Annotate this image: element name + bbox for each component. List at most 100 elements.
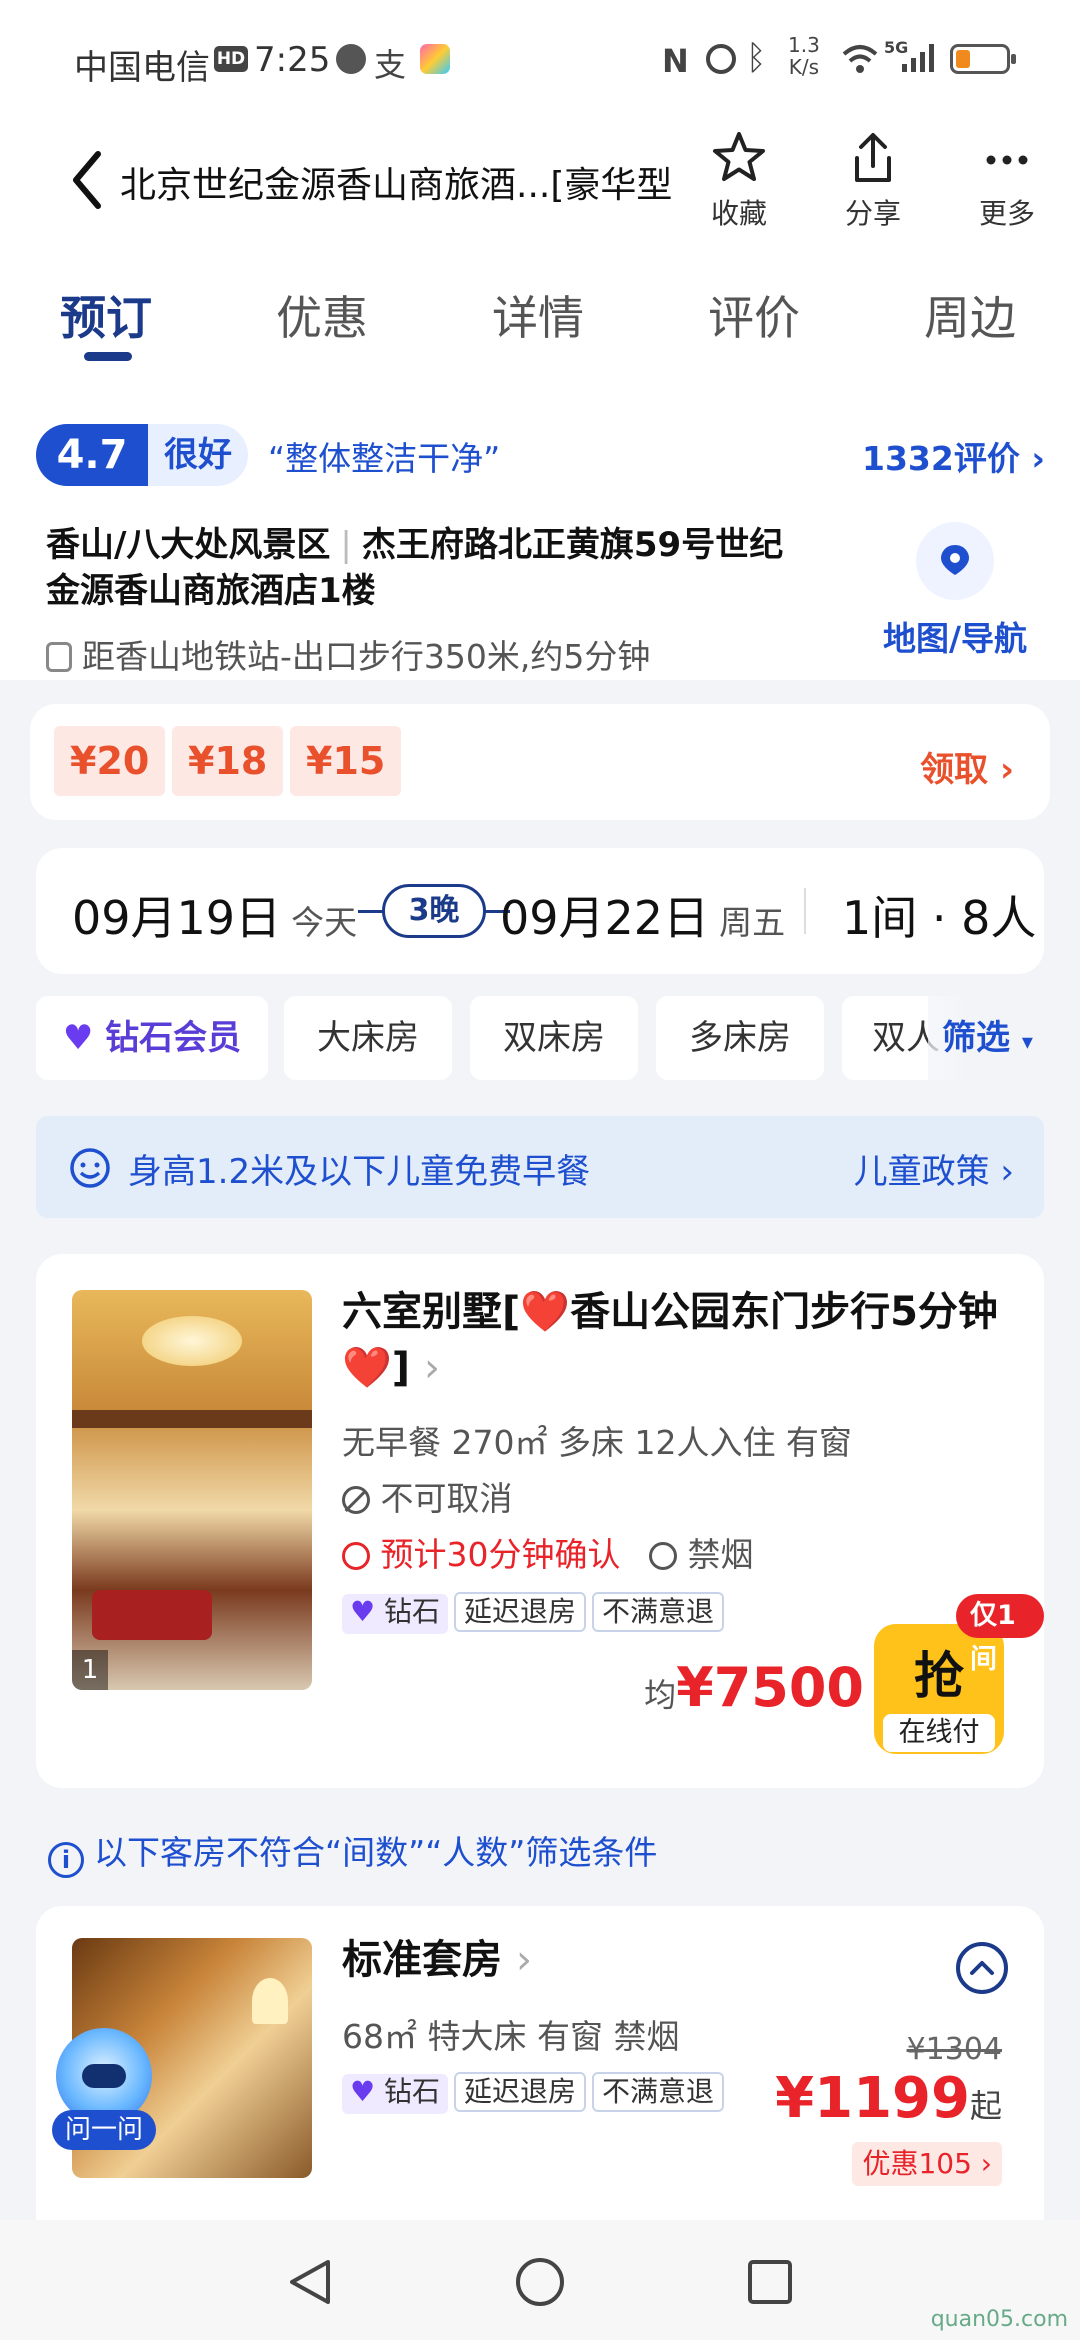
coupon-20[interactable]: ¥20	[54, 726, 166, 796]
tag-late-checkout: 延迟退房	[454, 2072, 587, 2112]
tab-book[interactable]: 预订	[60, 282, 152, 348]
nav-back-icon[interactable]	[284, 2256, 334, 2308]
subway-icon	[46, 642, 72, 672]
network-speed: 1.3 K/s	[788, 33, 820, 79]
signal-icon	[902, 44, 934, 72]
chevron-right-icon: ›	[999, 750, 1014, 790]
star-icon	[713, 132, 765, 181]
nav-home-icon[interactable]	[514, 2256, 566, 2308]
no-cancel-icon	[342, 1486, 370, 1514]
tag-diamond: ♥ 钻石	[342, 2074, 449, 2114]
tag-refund: 不满意退	[592, 2072, 725, 2112]
original-price: ¥1304	[906, 2032, 1002, 2067]
coupon-15[interactable]: ¥15	[290, 726, 402, 796]
more-label: 更多	[978, 197, 1035, 230]
rating-score: 4.7	[36, 424, 148, 486]
share-label: 分享	[844, 197, 901, 230]
carrier: 中国电信	[74, 48, 210, 88]
caret-down-icon: ▾	[1021, 1030, 1033, 1055]
room-photo[interactable]: 1	[72, 1290, 312, 1690]
chevron-right-icon: ›	[980, 2147, 992, 2180]
tag-refund: 不满意退	[592, 1592, 725, 1632]
filter-note: i 以下客房不符合“间数”“人数”筛选条件	[48, 1826, 657, 1878]
hotel-title: 北京世纪金源香山商旅酒...[豪华型	[120, 165, 673, 206]
more-icon	[986, 155, 1028, 165]
smile-icon	[70, 1148, 110, 1188]
map-navigation-button[interactable]: 地图/导航	[870, 522, 1040, 660]
collapse-chevron-up-icon[interactable]	[954, 1940, 1010, 1996]
checkin-date[interactable]: 09月19日 今天	[72, 882, 357, 948]
favorite-label: 收藏	[710, 197, 767, 230]
kids-policy-link[interactable]: 儿童政策 ›	[854, 1144, 1014, 1193]
tag-late-checkout: 延迟退房	[454, 1592, 587, 1632]
date-selector[interactable]: 09月19日 今天 3晚 09月22日 周五 1间 · 8人	[36, 848, 1044, 974]
diamond-heart-icon: ♥	[350, 1595, 376, 1628]
system-nav-bar: quan05.com	[0, 2220, 1080, 2340]
ask-assistant-button[interactable]: 问一问	[44, 2028, 164, 2150]
claim-label: 领取	[920, 750, 989, 790]
nav-recents-icon[interactable]	[746, 2258, 794, 2306]
chip-king-bed[interactable]: 大床房	[284, 996, 452, 1080]
chevron-right-icon: ›	[515, 1937, 532, 1983]
chip-diamond-member[interactable]: ♥ 钻石会员	[36, 996, 268, 1080]
hd-icon: HD	[214, 46, 248, 72]
map-label: 地图/导航	[882, 619, 1028, 658]
clock: 7:25	[254, 40, 331, 80]
review-count-link[interactable]: 1332评价 ›	[862, 432, 1045, 480]
app-icon	[420, 44, 450, 74]
chevron-right-icon: ›	[1000, 1152, 1014, 1192]
confirm-time: 预计30分钟确认 禁烟	[342, 1528, 754, 1576]
nights-count: 3晚	[382, 884, 486, 938]
location-pin-icon	[941, 545, 969, 575]
back-icon[interactable]	[66, 148, 106, 212]
room-specs: 68㎡ 特大床 有窗 禁烟	[342, 2017, 680, 2056]
room-name[interactable]: 标准套房 ›	[342, 1932, 532, 1988]
review-count: 1332评价	[862, 439, 1020, 478]
kids-breakfast-banner: 身高1.2米及以下儿童免费早餐 儿童政策 ›	[36, 1116, 1044, 1218]
address-line2: 金源香山商旅酒店1楼	[46, 571, 376, 611]
address: 香山/八大处风景区 | 杰王府路北正黄旗59号世纪 金源香山商旅酒店1楼	[46, 525, 784, 611]
tab-bar: 预订 优惠 详情 评价 周边	[0, 260, 1080, 380]
diamond-heart-icon: ♥	[62, 1018, 94, 1058]
room-name[interactable]: 六室别墅[❤️香山公园东门步行5分钟❤️] ›	[342, 1284, 1022, 1396]
tab-details[interactable]: 详情	[492, 282, 584, 348]
info-icon: i	[48, 1842, 84, 1878]
chip-multi-bed[interactable]: 多床房	[656, 996, 824, 1080]
kids-text: 身高1.2米及以下儿童免费早餐	[128, 1152, 591, 1192]
rating-word: 很好	[148, 424, 248, 486]
more-button[interactable]: 更多	[952, 130, 1062, 232]
rooms-guests[interactable]: 1间 · 8人	[842, 882, 1036, 948]
status-bar: 中国电信 HD 7:25 支 N ᛒ 1.3 K/s 5G	[0, 0, 1080, 118]
room-card-villa[interactable]: 1 六室别墅[❤️香山公园东门步行5分钟❤️] › 无早餐 270㎡ 多床 12…	[36, 1254, 1044, 1788]
address-line1: 杰王府路北正黄旗59号世纪	[361, 525, 784, 565]
diamond-heart-icon: ♥	[350, 2075, 376, 2108]
favorite-button[interactable]: 收藏	[684, 130, 794, 232]
room-price: 均¥7500	[644, 1656, 864, 1719]
image-count: 1	[72, 1650, 108, 1690]
share-button[interactable]: 分享	[818, 130, 928, 232]
tab-deals[interactable]: 优惠	[276, 282, 368, 348]
coupon-18[interactable]: ¥18	[172, 726, 284, 796]
area: 香山/八大处风景区	[46, 525, 331, 565]
chevron-right-icon: ›	[1031, 439, 1045, 478]
checkout-date[interactable]: 09月22日 周五	[500, 882, 785, 948]
room-specs: 无早餐 270㎡ 多床 12人入住 有窗	[342, 1423, 852, 1462]
only-one-left-badge: 仅1间	[956, 1594, 1044, 1675]
clock-icon	[342, 1542, 370, 1570]
share-icon	[855, 133, 891, 182]
alarm-icon	[706, 44, 736, 74]
alipay-icon: 支	[374, 46, 407, 84]
tab-reviews[interactable]: 评价	[708, 282, 800, 348]
room-card-standard-suite[interactable]: 问一问 标准套房 › 68㎡ 特大床 有窗 禁烟 ♥ 钻石 延迟退房 不满意退 ¥1…	[36, 1906, 1044, 2246]
filter-button[interactable]: 筛选 ▾	[928, 996, 1080, 1080]
room-tags: ♥ 钻石 延迟退房 不满意退	[342, 1592, 730, 1634]
claim-coupon-button[interactable]: 领取 ›	[920, 742, 1014, 791]
nfc-icon: N	[662, 42, 689, 80]
tab-nearby[interactable]: 周边	[924, 282, 1016, 348]
room-price: ¥1199起	[775, 2066, 1002, 2131]
watermark: quan05.com	[930, 2307, 1068, 2332]
review-quote[interactable]: “整体整洁干净”	[268, 432, 500, 480]
discount-badge[interactable]: 优惠105 ›	[852, 2142, 1002, 2186]
chip-twin-bed[interactable]: 双床房	[470, 996, 638, 1080]
coupon-card: ¥20 ¥18 ¥15 领取 ›	[30, 704, 1050, 820]
